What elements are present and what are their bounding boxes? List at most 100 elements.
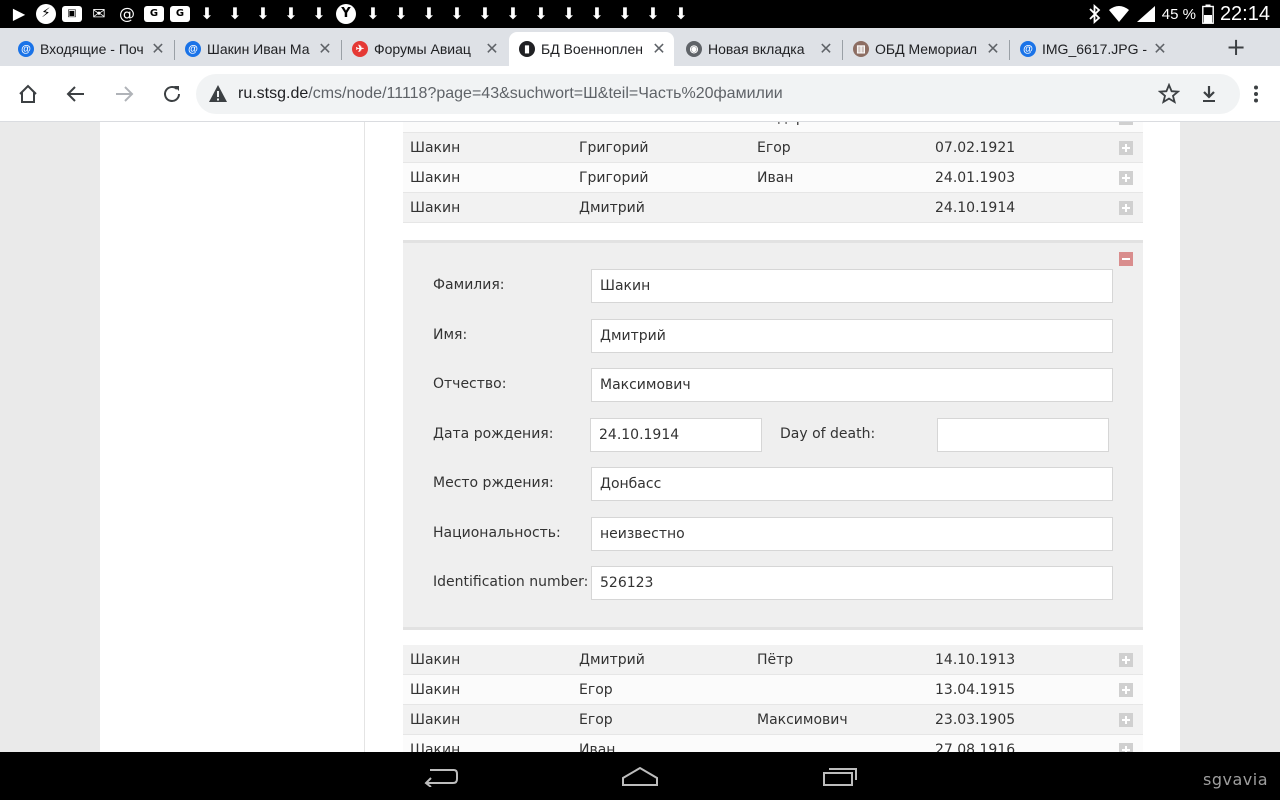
tab-title: БД Военноплен <box>541 41 643 57</box>
birthdate-field[interactable]: 24.10.1914 <box>590 418 762 452</box>
cell-date: 07.01.1914 <box>935 122 1015 133</box>
download-icon: ⬇ <box>618 4 632 23</box>
nationality-field[interactable]: неизвестно <box>591 517 1113 551</box>
address-bar[interactable]: ru.stsg.de/cms/node/11118?page=43&suchwo… <box>196 74 1240 114</box>
youtube-icon: ▶ <box>12 4 26 23</box>
tab-title: Новая вкладка <box>708 41 805 57</box>
tab-title: IMG_6617.JPG - <box>1042 41 1148 57</box>
page-viewport[interactable]: Шакин Василий Федор 07.01.1914 Шакин Григорий… <box>0 122 1280 752</box>
tab-strip: @ Входящие - Поч ✕ @ Шакин Иван Ма ✕ ✈ Форумы А… <box>0 28 1280 66</box>
id-field[interactable]: 526123 <box>591 566 1113 600</box>
tab[interactable]: ▮ БД Военноплен ✕ <box>509 32 674 66</box>
collapse-button[interactable] <box>1119 252 1133 266</box>
star-icon <box>1158 83 1180 104</box>
gallery-icon: ▣ <box>62 6 82 22</box>
messenger-icon: ⚡ <box>36 4 56 24</box>
cell-date: 14.10.1913 <box>935 652 1016 668</box>
tab-close-icon[interactable]: ✕ <box>1149 39 1171 59</box>
expand-row-button[interactable] <box>1119 713 1133 727</box>
tab-title: Форумы Авиац <box>374 41 471 57</box>
nav-home-button[interactable] <box>620 762 660 790</box>
not-secure-warning-icon[interactable] <box>208 84 228 104</box>
patronymic-label: Отчество: <box>433 376 507 392</box>
nav-recents-icon <box>823 768 857 786</box>
tab[interactable]: @ IMG_6617.JPG - ✕ <box>1010 32 1175 66</box>
expand-row-button[interactable] <box>1119 201 1133 215</box>
birthplace-field[interactable]: Донбасс <box>591 467 1113 501</box>
cell-name: Григорий <box>579 140 649 156</box>
tab[interactable]: ✈ Форумы Авиац ✕ <box>342 32 507 66</box>
bookmark-button[interactable] <box>1155 80 1183 108</box>
expand-row-button[interactable] <box>1119 122 1133 125</box>
expand-row-button[interactable] <box>1119 171 1133 185</box>
reload-button[interactable] <box>158 80 186 108</box>
tab-favicon-icon: ✈ <box>352 41 368 57</box>
nav-home-icon <box>622 766 658 786</box>
url-path: /cms/node/11118?page=43&suchwort=Ш&teil=… <box>308 85 783 102</box>
table-row[interactable]: Шакин Дмитрий Пётр 14.10.1913 <box>403 645 1143 675</box>
cell-surname: Шакин <box>410 170 461 186</box>
back-button[interactable] <box>62 80 90 108</box>
forward-button[interactable] <box>110 80 138 108</box>
download-icon: ⬇ <box>506 4 520 23</box>
back-arrow-icon <box>66 86 84 102</box>
download-page-button[interactable] <box>1195 80 1223 108</box>
tab[interactable]: ◉ Новая вкладка ✕ <box>676 32 841 66</box>
battery-icon <box>1202 4 1214 24</box>
browser-toolbar: ru.stsg.de/cms/node/11118?page=43&suchwo… <box>0 66 1280 122</box>
menu-button[interactable] <box>1242 80 1270 108</box>
tab[interactable]: ▥ ОБД Мемориал ✕ <box>843 32 1008 66</box>
download-icon: ⬇ <box>534 4 548 23</box>
nav-recents-button[interactable] <box>820 762 860 790</box>
mail-missed-icon: ✉ <box>92 4 106 23</box>
cell-surname: Шакин <box>410 652 461 668</box>
cell-surname: Шакин <box>410 742 461 752</box>
tab[interactable]: @ Шакин Иван Ма ✕ <box>175 32 340 66</box>
tab-title: Шакин Иван Ма <box>207 41 310 57</box>
name-field[interactable]: Дмитрий <box>591 319 1113 353</box>
cell-name: Дмитрий <box>579 652 645 668</box>
cell-date: 24.01.1903 <box>935 170 1016 186</box>
download-icon: ⬇ <box>562 4 576 23</box>
table-row[interactable]: Шакин Дмитрий 24.10.1914 <box>403 193 1143 223</box>
tab-close-icon[interactable]: ✕ <box>815 39 837 59</box>
table-row[interactable]: Шакин Егор Максимович 23.03.1905 <box>403 705 1143 735</box>
expand-row-button[interactable] <box>1119 683 1133 697</box>
more-vert-icon <box>1254 85 1258 103</box>
home-button[interactable] <box>14 80 42 108</box>
cell-surname: Шакин <box>410 682 461 698</box>
table-row[interactable]: Шакин Егор 13.04.1915 <box>403 675 1143 705</box>
tab-close-icon[interactable]: ✕ <box>314 39 336 59</box>
at-icon: @ <box>119 4 135 23</box>
tab-close-icon[interactable]: ✕ <box>982 39 1004 59</box>
nav-back-button[interactable] <box>420 762 460 790</box>
tab-close-icon[interactable]: ✕ <box>648 39 670 59</box>
url-host: ru.stsg.de <box>238 85 309 102</box>
table-row[interactable]: Шакин Григорий Егор 07.02.1921 <box>403 133 1143 163</box>
table-row[interactable]: Шакин Иван 27.08.1916 <box>403 735 1143 752</box>
expand-row-button[interactable] <box>1119 743 1133 752</box>
download-icon: ⬇ <box>422 4 436 23</box>
system-status-bar: ▶ ⚡ ▣ ✉ @ G G ⬇ ⬇ ⬇ ⬇ ⬇ Y ⬇ ⬇ ⬇ ⬇ ⬇ ⬇ ⬇ ⬇ ⬇ ⬇ ⬇ ⬇ 45 % 22:14 <box>0 0 1280 28</box>
clock: 22:14 <box>1219 2 1270 25</box>
tab-close-icon[interactable]: ✕ <box>147 39 169 59</box>
download-icon <box>1203 86 1215 102</box>
tab[interactable]: @ Входящие - Поч ✕ <box>8 32 173 66</box>
new-tab-button[interactable]: + <box>1222 32 1250 62</box>
table-row[interactable]: Шакин Григорий Иван 24.01.1903 <box>403 163 1143 193</box>
table-row[interactable]: Шакин Василий Федор 07.01.1914 <box>403 122 1143 133</box>
death-field[interactable] <box>937 418 1109 452</box>
content-panel: Шакин Василий Федор 07.01.1914 Шакин Григорий… <box>100 122 1180 752</box>
record-detail-panel: Фамилия: Шакин Имя: Дмитрий Отчество: Ма… <box>403 240 1143 630</box>
surname-field[interactable]: Шакин <box>591 269 1113 303</box>
download-icon: ⬇ <box>256 4 270 23</box>
tab-title: ОБД Мемориал <box>875 41 978 57</box>
expand-row-button[interactable] <box>1119 653 1133 667</box>
patronymic-field[interactable]: Максимович <box>591 368 1113 402</box>
url-text[interactable]: ru.stsg.de/cms/node/11118?page=43&suchwo… <box>238 84 783 104</box>
id-label: Identification number: <box>433 574 589 590</box>
tab-close-icon[interactable]: ✕ <box>481 39 503 59</box>
cell-patronymic: Иван <box>757 170 794 186</box>
expand-row-button[interactable] <box>1119 141 1133 155</box>
cell-name: Дмитрий <box>579 200 645 216</box>
